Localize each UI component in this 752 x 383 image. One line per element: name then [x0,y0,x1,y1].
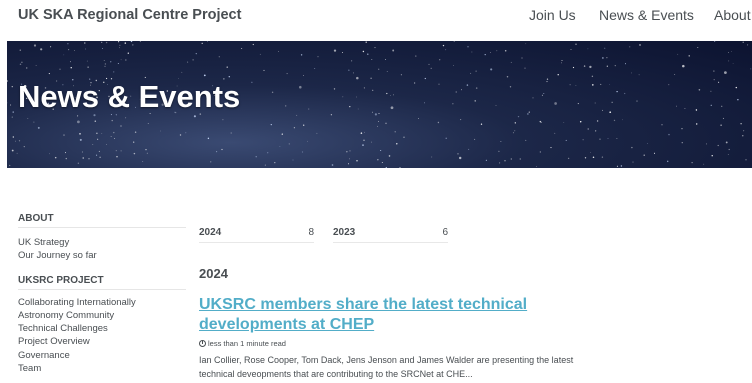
masthead: UK SKA Regional Centre Project Join Us N… [0,0,752,32]
post-excerpt: Ian Collier, Rose Cooper, Tom Dack, Jens… [199,355,574,379]
read-time: less than 1 minute read [199,339,286,348]
sidebar-divider [18,289,186,290]
hero-banner: News & Events [7,41,752,168]
sidebar-item-uk-strategy[interactable]: UK Strategy [18,237,69,248]
year-tab-label: 2024 [199,227,222,238]
sidebar-item-team[interactable]: Team [18,363,41,374]
sidebar-divider [18,227,186,228]
year-tab-count: 6 [442,227,448,238]
sidebar-heading-about: ABOUT [18,213,54,224]
sidebar-item-collaborating[interactable]: Collaborating Internationally [18,297,136,308]
post-title-link[interactable]: UKSRC members share the latest technical… [199,295,599,335]
sidebar-item-project-overview[interactable]: Project Overview [18,336,90,347]
sidebar-item-astronomy-community[interactable]: Astronomy Community [18,310,114,321]
year-tab-2024[interactable]: 2024 8 [199,225,314,243]
nav-about[interactable]: About [714,7,751,23]
read-time-text: less than 1 minute read [208,339,286,348]
nav-news-events[interactable]: News & Events [599,7,694,23]
year-tab-2023[interactable]: 2023 6 [333,225,448,243]
year-tab-label: 2023 [333,227,356,238]
sidebar-item-governance[interactable]: Governance [18,350,70,361]
page-title: News & Events [18,79,241,114]
nav-join-us[interactable]: Join Us [529,7,576,23]
sidebar-item-our-journey[interactable]: Our Journey so far [18,250,97,261]
year-tab-count: 8 [308,227,314,238]
archive-year-heading: 2024 [199,266,228,281]
sidebar-item-technical-challenges[interactable]: Technical Challenges [18,323,108,334]
site-title-link[interactable]: UK SKA Regional Centre Project [18,7,241,23]
clock-icon [199,340,206,347]
sidebar-heading-uksrc-project: UKSRC PROJECT [18,275,104,286]
